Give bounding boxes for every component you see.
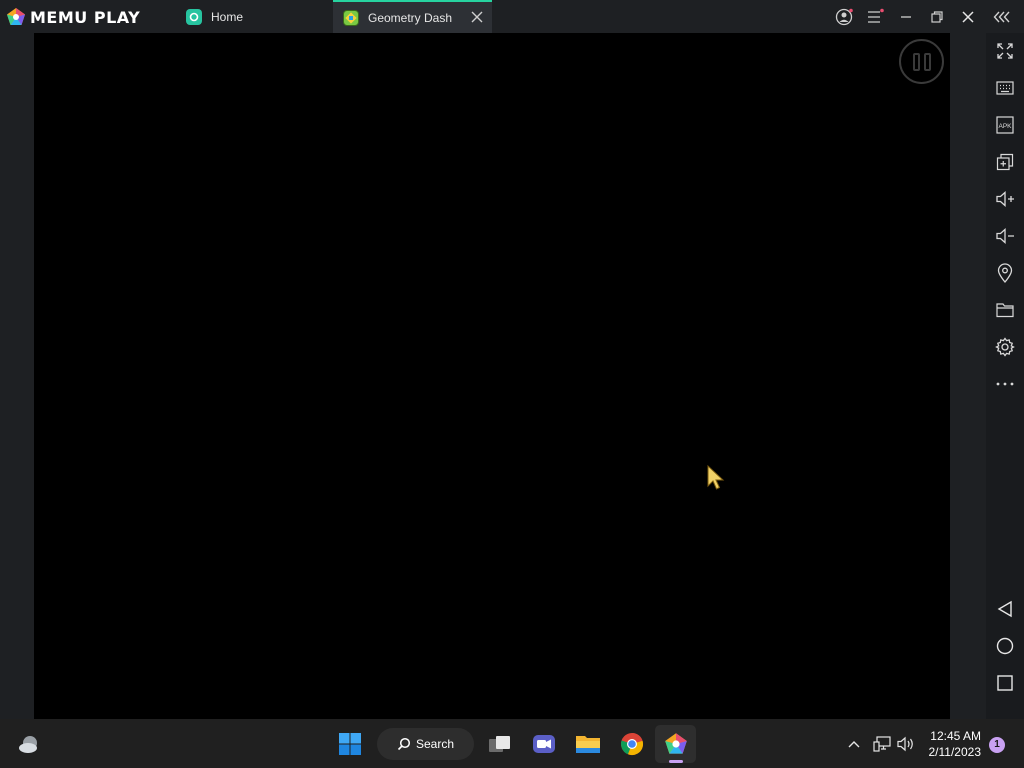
search-label: Search [415, 737, 455, 751]
fullscreen-icon[interactable] [994, 40, 1016, 62]
task-view-icon[interactable] [484, 726, 516, 762]
pause-bar-left [912, 52, 920, 71]
start-button[interactable] [333, 726, 367, 762]
memu-logo-icon [7, 8, 25, 25]
system-clock[interactable]: 12:45 AM 2/11/2023 [929, 728, 982, 760]
account-icon[interactable] [834, 7, 854, 27]
home-icon[interactable] [994, 635, 1016, 657]
memu-taskbar-icon[interactable] [660, 726, 692, 762]
folder-icon[interactable] [994, 299, 1016, 321]
keyboard-icon[interactable] [994, 77, 1016, 99]
taskbar: Search 12:45 AM 2/11/2023 1 [0, 719, 1024, 768]
pause-button[interactable] [899, 39, 944, 84]
search-icon [397, 737, 411, 751]
teams-chat-icon[interactable] [528, 726, 560, 762]
clock-time: 12:45 AM [930, 729, 981, 743]
more-icon[interactable] [994, 373, 1016, 395]
minimize-icon[interactable] [896, 7, 916, 27]
multi-instance-icon[interactable] [994, 151, 1016, 173]
back-icon[interactable] [994, 598, 1016, 620]
settings-icon[interactable] [994, 336, 1016, 358]
title-bar: MEMU PLAY Home Geometry Dash [0, 0, 1024, 33]
tab-geometry-dash[interactable]: Geometry Dash [333, 0, 492, 33]
right-frame [950, 33, 986, 719]
mouse-cursor-icon [707, 464, 725, 490]
collapse-sidebar-icon[interactable] [993, 7, 1013, 27]
taskbar-search[interactable]: Search [377, 728, 474, 760]
weather-icon[interactable] [14, 726, 44, 762]
restore-icon[interactable] [927, 7, 947, 27]
geometry-dash-icon [343, 9, 359, 26]
file-explorer-icon[interactable] [572, 726, 604, 762]
notification-badge[interactable]: 1 [989, 737, 1005, 753]
location-icon[interactable] [994, 262, 1016, 284]
volume-down-icon[interactable] [994, 225, 1016, 247]
memu-home-icon [186, 8, 202, 25]
chrome-icon[interactable] [616, 726, 648, 762]
tab-home[interactable]: Home [178, 0, 328, 33]
chevron-up-icon[interactable] [843, 726, 865, 762]
pause-bar-right [923, 52, 931, 71]
tab-home-label: Home [211, 9, 244, 24]
apk-label: APK [998, 123, 1012, 130]
memu-logo: MEMU PLAY [6, 6, 140, 28]
tab-geometry-dash-label: Geometry Dash [368, 10, 453, 25]
brand-name: MEMU PLAY [30, 7, 141, 27]
game-viewport[interactable] [34, 33, 950, 719]
close-tab-icon[interactable] [470, 10, 484, 24]
close-icon[interactable] [958, 7, 978, 27]
clock-date: 2/11/2023 [928, 745, 982, 759]
recents-icon[interactable] [994, 672, 1016, 694]
active-app-indicator [669, 760, 683, 763]
windows-icon [339, 733, 361, 755]
volume-up-icon[interactable] [994, 188, 1016, 210]
volume-icon[interactable] [895, 726, 917, 762]
network-icon[interactable] [871, 726, 893, 762]
left-frame [0, 33, 34, 719]
menu-icon[interactable] [865, 7, 885, 27]
right-toolbar: APK [986, 33, 1024, 719]
apk-icon[interactable]: APK [994, 114, 1016, 136]
